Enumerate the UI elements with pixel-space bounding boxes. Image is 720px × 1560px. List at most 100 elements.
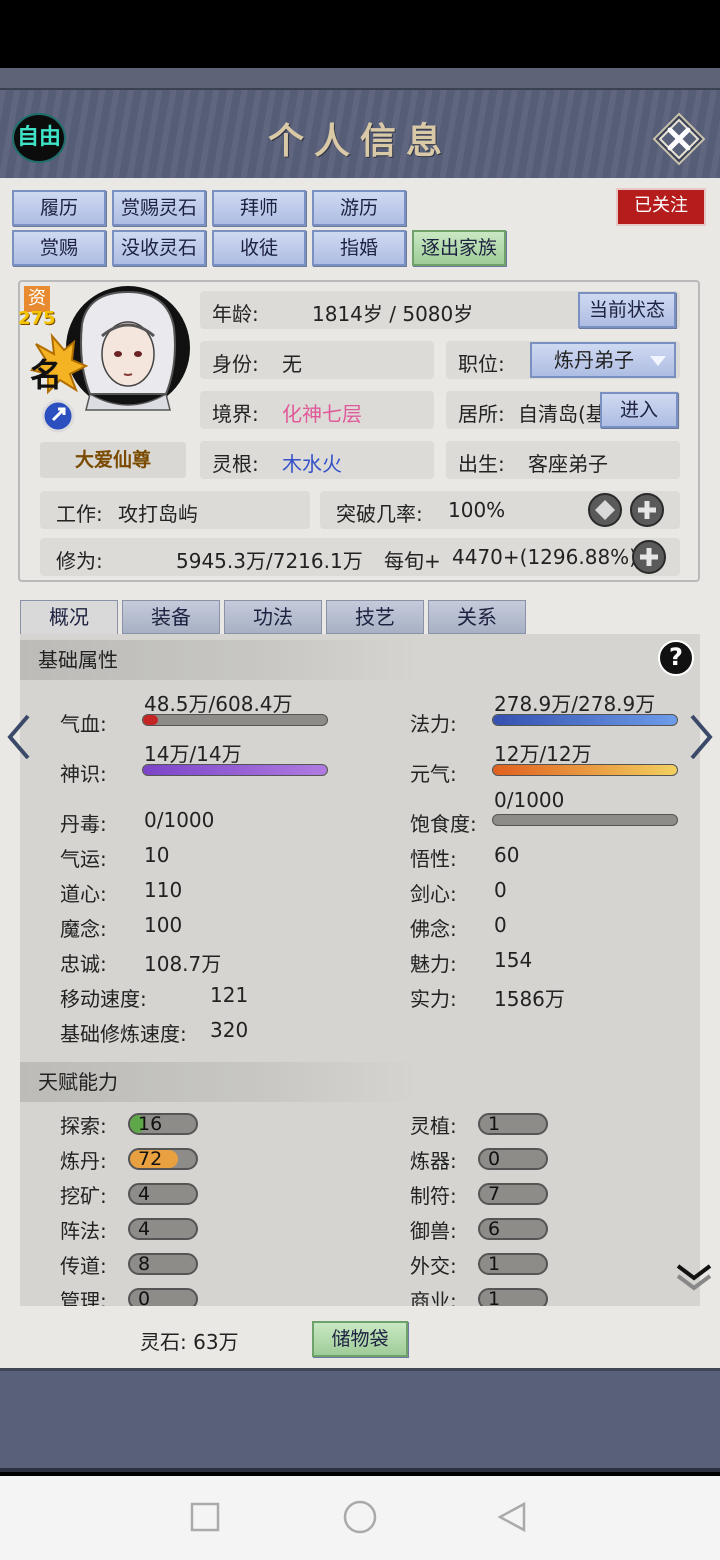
dao-value: 110: [144, 878, 183, 902]
sense-value: 14万/14万: [144, 742, 242, 766]
tab-skills[interactable]: 功法: [224, 600, 322, 634]
birth-label: 出生:: [458, 452, 505, 476]
position-select[interactable]: 炼丹弟子: [530, 342, 676, 378]
talent-bar: 7: [478, 1183, 548, 1205]
per-turn-value: 4470+(1296.88%): [452, 545, 637, 569]
arrange-marriage-button[interactable]: 指婚: [312, 230, 406, 266]
talent-label: 商业:: [410, 1289, 457, 1306]
next-character-button[interactable]: [686, 712, 716, 762]
loyalty-value: 108.7万: [144, 952, 222, 976]
home-icon[interactable]: [343, 1500, 377, 1534]
talent-bar: 0: [128, 1288, 198, 1306]
talent-section-title: 天赋能力: [20, 1062, 420, 1102]
basic-section-title: 基础属性: [20, 640, 420, 680]
talent-value: 8: [138, 1253, 151, 1275]
wisdom-label: 悟性:: [410, 847, 457, 871]
talent-value: 1: [488, 1253, 501, 1275]
talent-label: 外交:: [410, 1254, 457, 1278]
sense-label: 神识:: [60, 762, 107, 786]
back-icon[interactable]: [497, 1501, 526, 1533]
mana-label: 法力:: [410, 712, 457, 736]
prev-character-button[interactable]: [4, 712, 34, 762]
talent-label: 制符:: [410, 1184, 457, 1208]
aptitude-value: 275: [18, 308, 56, 329]
talent-bar: 8: [128, 1253, 198, 1275]
sword-label: 剑心:: [410, 882, 457, 906]
talent-value: 0: [138, 1288, 151, 1306]
talent-bar: 1: [478, 1253, 548, 1275]
cultivation-add-button[interactable]: [632, 540, 666, 574]
close-icon: [652, 112, 706, 166]
apprentice-button[interactable]: 拜师: [212, 190, 306, 226]
per-turn-label: 每旬+: [384, 549, 441, 573]
sword-value: 0: [494, 878, 507, 902]
talent-value: 7: [488, 1183, 501, 1205]
vital-label: 元气:: [410, 762, 457, 786]
realm-label: 境界:: [212, 402, 259, 426]
residence-label: 居所:: [458, 402, 505, 426]
cultivation-value: 5945.3万/7216.1万: [176, 549, 363, 573]
tab-relations[interactable]: 关系: [428, 600, 526, 634]
overview-content[interactable]: 基础属性 ? 气血: 48.5万/608.4万 法力: 278.9万/278.9…: [20, 634, 700, 1306]
sense-bar: [142, 764, 328, 776]
poison-label: 丹毒:: [60, 812, 107, 836]
talent-label: 炼丹:: [60, 1149, 107, 1173]
root-value: 木水火: [282, 452, 342, 476]
travel-button[interactable]: 游历: [312, 190, 406, 226]
tab-crafts[interactable]: 技艺: [326, 600, 424, 634]
enter-button[interactable]: 进入: [600, 392, 678, 428]
talent-label: 御兽:: [410, 1219, 457, 1243]
position-label: 职位:: [458, 352, 505, 376]
free-mode-button[interactable]: 自由: [12, 113, 66, 163]
tab-equipment[interactable]: 装备: [122, 600, 220, 634]
talent-value: 6: [488, 1218, 501, 1240]
take-disciple-button[interactable]: 收徒: [212, 230, 306, 266]
hunger-value: 0/1000: [494, 788, 565, 812]
current-status-button[interactable]: 当前状态: [578, 292, 676, 328]
charm-label: 魅力:: [410, 952, 457, 976]
talent-bar: 1: [478, 1113, 548, 1135]
history-button[interactable]: 履历: [12, 190, 106, 226]
talent-bar: 72: [128, 1148, 198, 1170]
talent-value: 16: [138, 1113, 163, 1135]
breakthrough-add-button[interactable]: [630, 493, 664, 527]
character-name[interactable]: 大爱仙尊: [40, 442, 186, 478]
close-button[interactable]: [652, 112, 706, 166]
talent-label: 挖矿:: [60, 1184, 107, 1208]
breakthrough-info-button[interactable]: [588, 493, 622, 527]
reward-button[interactable]: 赏赐: [12, 230, 106, 266]
talent-bar: 6: [478, 1218, 548, 1240]
talent-bar: 1: [478, 1288, 548, 1306]
breakthrough-value: 100%: [448, 498, 506, 522]
talent-label: 管理:: [60, 1289, 107, 1306]
hunger-bar: [492, 814, 678, 826]
follow-button[interactable]: 已关注: [616, 188, 706, 226]
demon-value: 100: [144, 913, 183, 937]
chevron-down-icon: [650, 356, 666, 366]
storage-bag-button[interactable]: 储物袋: [312, 1321, 408, 1357]
double-chevron-down-icon: [676, 1264, 712, 1291]
loyalty-label: 忠诚:: [60, 952, 107, 976]
expel-family-button[interactable]: 逐出家族: [412, 230, 506, 266]
reward-stone-button[interactable]: 赏赐灵石: [112, 190, 206, 226]
hp-bar-fill: [143, 715, 158, 725]
talent-value: 1: [488, 1113, 501, 1135]
identity-value: 无: [282, 352, 302, 376]
tab-overview[interactable]: 概况: [20, 600, 118, 634]
talent-bar: 4: [128, 1218, 198, 1240]
luck-label: 气运:: [60, 847, 107, 871]
scroll-down-indicator[interactable]: [674, 1260, 714, 1294]
help-icon[interactable]: ?: [658, 640, 694, 676]
diamond-icon: [595, 500, 615, 520]
root-label: 灵根:: [212, 452, 259, 476]
base-speed-value: 320: [210, 1018, 249, 1042]
poison-value: 0/1000: [144, 808, 215, 832]
confiscate-stone-button[interactable]: 没收灵石: [112, 230, 206, 266]
talent-bar: 16: [128, 1113, 198, 1135]
work-value: 攻打岛屿: [118, 502, 198, 526]
bottom-backdrop: [0, 1368, 720, 1472]
work-label: 工作:: [56, 502, 103, 526]
status-bar: [0, 0, 720, 68]
vital-bar-fill: [493, 765, 677, 775]
recent-apps-icon[interactable]: [190, 1502, 220, 1532]
